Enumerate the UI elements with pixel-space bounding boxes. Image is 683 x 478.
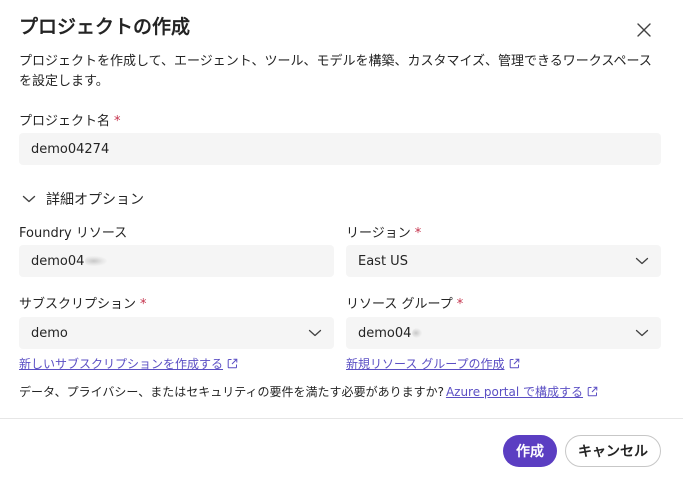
- foundry-resource-value-text: demo04: [31, 253, 85, 269]
- required-mark: *: [414, 226, 422, 241]
- chevron-down-icon: [635, 254, 649, 268]
- chevron-down-icon: [308, 326, 322, 340]
- resource-group-label-text: リソース グループ: [346, 297, 453, 312]
- external-link-icon: [587, 386, 598, 397]
- create-button[interactable]: 作成: [503, 435, 557, 467]
- project-name-label-text: プロジェクト名: [19, 114, 111, 129]
- foundry-resource-field[interactable]: demo04: [19, 245, 334, 277]
- required-mark: *: [456, 297, 464, 312]
- foundry-resource-label-text: Foundry リソース: [19, 226, 128, 241]
- compliance-footnote: データ、プライバシー、またはセキュリティの要件を満たす必要がありますか? Azu…: [19, 383, 598, 400]
- advanced-options-toggle[interactable]: 詳細オプション: [22, 189, 144, 209]
- chevron-down-icon: [635, 326, 649, 340]
- resource-group-value-text: demo04: [358, 325, 412, 341]
- resource-group-dropdown[interactable]: demo04: [346, 317, 661, 349]
- resource-group-value: demo04: [358, 326, 635, 341]
- dialog-title: プロジェクトの作成: [19, 16, 191, 38]
- foundry-resource-value: demo04: [31, 254, 322, 269]
- footnote-text: データ、プライバシー、またはセキュリティの要件を満たす必要がありますか?: [19, 385, 444, 399]
- project-name-input[interactable]: [31, 141, 649, 157]
- region-label-text: リージョン: [346, 226, 411, 241]
- dialog-description: プロジェクトを作成して、エージェント、ツール、モデルを構築、カスタマイズ、管理で…: [19, 54, 652, 89]
- create-subscription-link-text: 新しいサブスクリプションを作成する: [19, 357, 224, 371]
- advanced-options-label: 詳細オプション: [46, 192, 144, 208]
- close-icon: [637, 23, 651, 37]
- project-name-label: プロジェクト名 *: [19, 110, 121, 129]
- azure-portal-link-text: Azure portal で構成する: [445, 385, 584, 399]
- region-value: East US: [358, 253, 408, 269]
- create-subscription-link[interactable]: 新しいサブスクリプションを作成する: [19, 355, 238, 372]
- resource-group-label: リソース グループ *: [346, 293, 463, 312]
- cancel-button[interactable]: キャンセル: [565, 435, 661, 467]
- close-button[interactable]: [633, 19, 655, 41]
- required-mark: *: [114, 114, 121, 129]
- footer-divider: [0, 418, 683, 419]
- subscription-label-text: サブスクリプション: [19, 297, 137, 312]
- subscription-label: サブスクリプション *: [19, 293, 147, 312]
- required-mark: *: [140, 297, 147, 312]
- create-resource-group-link[interactable]: 新規リソース グループの作成: [346, 355, 520, 372]
- create-resource-group-link-text: 新規リソース グループの作成: [346, 357, 505, 371]
- external-link-icon: [227, 358, 238, 369]
- create-project-dialog: プロジェクトの作成 プロジェクトを作成して、エージェント、ツール、モデルを構築、…: [0, 0, 683, 478]
- azure-portal-link[interactable]: Azure portal で構成する: [446, 383, 598, 400]
- project-name-field[interactable]: [19, 133, 661, 165]
- chevron-down-icon: [22, 195, 36, 203]
- subscription-dropdown[interactable]: demo: [19, 317, 334, 349]
- redacted-text: [85, 256, 108, 266]
- redacted-text: [412, 328, 423, 338]
- subscription-value: demo: [31, 325, 68, 341]
- external-link-icon: [509, 358, 520, 369]
- region-label: リージョン *: [346, 222, 421, 241]
- region-dropdown[interactable]: East US: [346, 245, 661, 277]
- foundry-resource-label: Foundry リソース: [19, 222, 127, 241]
